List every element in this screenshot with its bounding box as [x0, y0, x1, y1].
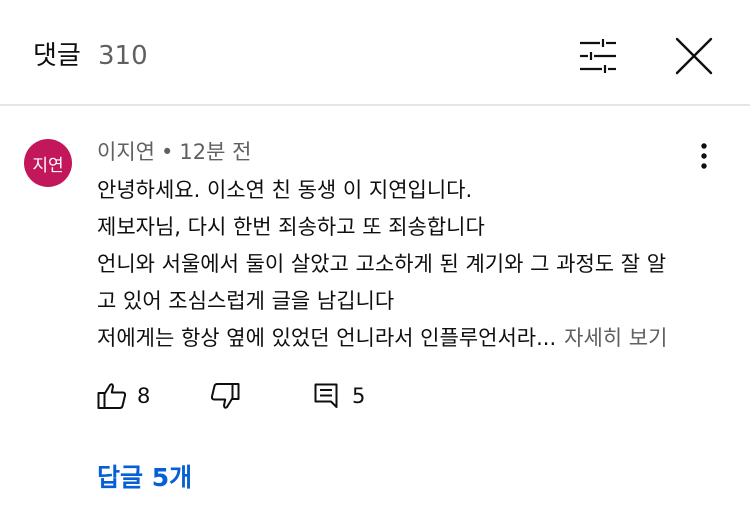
close-icon: [675, 37, 713, 75]
reply-count: 5: [352, 384, 366, 408]
comment-line-last: 저에게는 항상 옆에 있었던 언니라서 인플루언서라... 자세히 보기: [97, 320, 717, 357]
more-vertical-icon: [701, 143, 707, 169]
comment-line: 언니와 서울에서 둘이 살았고 고소하게 된 계기와 그 과정도 잘 알: [97, 252, 667, 276]
comment-author[interactable]: 이지연: [97, 140, 155, 164]
avatar-initials: 지연: [32, 155, 64, 176]
read-more-link[interactable]: 자세히 보기: [564, 326, 667, 350]
thumbs-down-icon: [210, 383, 240, 409]
comment-meta: 이지연 • 12분 전: [97, 136, 251, 168]
more-actions-button[interactable]: [684, 136, 724, 176]
comment-icon: [314, 383, 338, 408]
reply-button[interactable]: 5: [314, 374, 365, 418]
avatar[interactable]: 지연: [24, 139, 72, 187]
comment-line: 고 있어 조심스럽게 글을 남깁니다: [97, 289, 395, 313]
view-replies-link[interactable]: 답글 5개: [97, 458, 192, 498]
dislike-button[interactable]: [210, 374, 240, 418]
comment-text: 안녕하세요. 이소연 친 동생 이 지연입니다. 제보자님, 다시 한번 죄송하…: [97, 172, 717, 357]
thumbs-up-icon: [97, 383, 127, 409]
comment-line: 저에게는 항상 옆에 있었던 언니라서 인플루언서라...: [97, 326, 557, 350]
sliders-icon: [580, 39, 616, 73]
comment-time: 12분 전: [179, 140, 252, 164]
meta-separator: •: [160, 140, 174, 164]
sort-filter-button[interactable]: [570, 30, 626, 82]
comment-line: 제보자님, 다시 한번 죄송하고 또 죄송합니다: [97, 215, 485, 239]
comments-title: 댓글: [33, 41, 81, 71]
like-count: 8: [137, 384, 151, 408]
comments-count: 310: [98, 41, 148, 71]
header-divider: [0, 104, 750, 106]
comment-line: 안녕하세요. 이소연 친 동생 이 지연입니다.: [97, 178, 473, 202]
close-button[interactable]: [666, 30, 722, 82]
comments-header: 댓글 310: [0, 0, 750, 104]
like-button[interactable]: 8: [97, 374, 150, 418]
